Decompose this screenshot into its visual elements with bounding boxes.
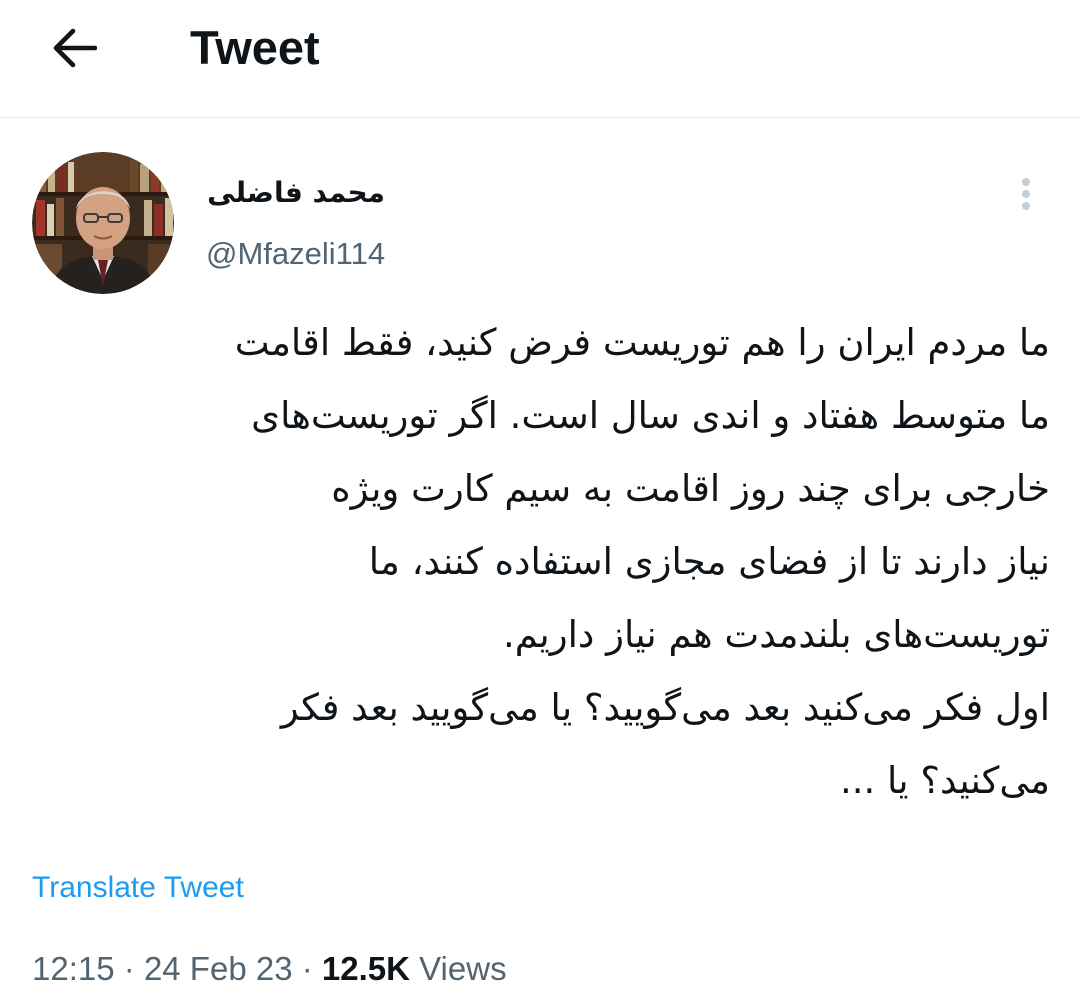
meta-separator: · [301,950,313,987]
tweet-line: نیاز دارند تا از فضای مجازی استفاده کنند… [368,540,1050,583]
more-vertical-icon [1022,178,1030,210]
author-display-name[interactable]: محمد فاضلی [207,170,385,216]
tweet-line: خارجی برای چند روز اقامت به سیم کارت ویژ… [331,467,1050,510]
top-bar: Tweet [0,0,1080,118]
views-label: Views [419,950,507,987]
tweet-line: اول فکر می‌کنید بعد می‌گویید؟ یا می‌گویی… [280,686,1050,729]
avatar[interactable] [32,152,174,294]
views-count: 12.5K [321,950,410,987]
tweet-line: توریست‌های بلندمدت هم نیاز داریم. [503,613,1050,656]
translate-tweet-link[interactable]: Translate Tweet [32,866,244,910]
tweet-time[interactable]: 12:15 [32,950,115,987]
tweet-date[interactable]: 24 Feb 23 [144,950,293,987]
tweet-meta: 12:15 · 24 Feb 23 · 12.5K Views [32,946,507,992]
meta-separator: · [123,950,135,987]
tweet-line: می‌کنید؟ یا ... [839,759,1050,802]
author-handle[interactable]: @Mfazeli114 [206,232,385,276]
tweet-line: ما مردم ایران را هم توریست فرض کنید، فقط… [234,321,1050,364]
avatar-photo [32,152,174,294]
page-title: Tweet [190,21,320,74]
arrow-left-icon [53,28,97,68]
tweet-text: ما مردم ایران را هم توریست فرض کنید، فقط… [28,306,1050,846]
tweet-line: ما متوسط هفتاد و اندی سال است. اگر توریس… [251,394,1050,437]
back-button[interactable] [40,22,108,74]
more-options-button[interactable] [1006,170,1046,218]
